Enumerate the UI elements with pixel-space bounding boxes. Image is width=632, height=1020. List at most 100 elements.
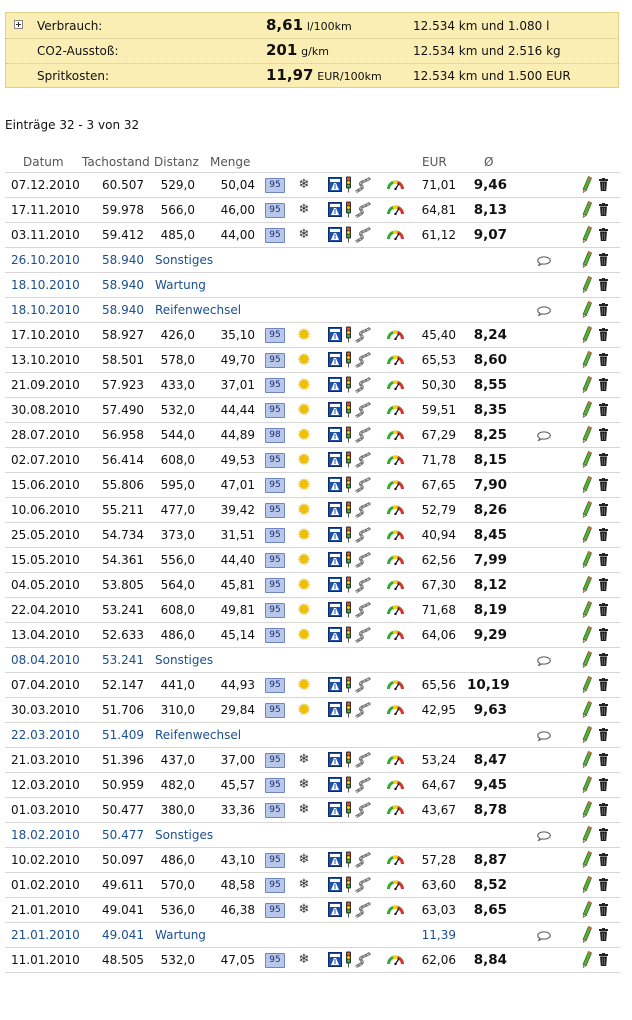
delete-icon[interactable] xyxy=(599,303,608,316)
service-row: 08.04.2010 53.241 Sonstiges xyxy=(5,648,620,673)
delete-icon[interactable] xyxy=(599,703,608,716)
delete-icon[interactable] xyxy=(599,228,608,241)
comment-icon[interactable] xyxy=(537,730,551,742)
delete-icon[interactable] xyxy=(599,528,608,541)
edit-icon[interactable] xyxy=(582,925,593,944)
delete-icon[interactable] xyxy=(599,903,608,916)
edit-icon[interactable] xyxy=(582,750,593,769)
odometer-cell: 58.501 xyxy=(102,353,144,367)
summary-row-fuel-cost: Spritkosten: 11,97 EUR/100km 12.534 km u… xyxy=(6,63,618,88)
edit-icon[interactable] xyxy=(582,650,593,669)
highway-icon xyxy=(328,877,342,892)
delete-icon[interactable] xyxy=(599,953,608,966)
edit-icon[interactable] xyxy=(582,475,593,494)
odometer-cell: 60.507 xyxy=(102,178,144,192)
comment-icon[interactable] xyxy=(537,255,551,267)
delete-icon[interactable] xyxy=(599,178,608,191)
average-consumption-cell: 8,13 xyxy=(473,202,507,218)
header-odometer[interactable]: Tachostand xyxy=(82,155,150,169)
highway-icon xyxy=(328,227,342,242)
delete-icon[interactable] xyxy=(599,378,608,391)
edit-icon[interactable] xyxy=(582,600,593,619)
header-eur[interactable]: EUR xyxy=(422,155,447,169)
edit-icon[interactable] xyxy=(582,325,593,344)
edit-icon[interactable] xyxy=(582,225,593,244)
edit-icon[interactable] xyxy=(582,400,593,419)
comment-icon[interactable] xyxy=(537,930,551,942)
delete-icon[interactable] xyxy=(599,828,608,841)
edit-icon[interactable] xyxy=(582,525,593,544)
fuel-type-badge: 95 xyxy=(265,578,285,593)
comment-icon[interactable] xyxy=(537,655,551,667)
delete-icon[interactable] xyxy=(599,328,608,341)
delete-icon[interactable] xyxy=(599,803,608,816)
highway-icon xyxy=(328,752,342,767)
average-consumption-cell: 8,65 xyxy=(473,902,507,918)
edit-icon[interactable] xyxy=(582,825,593,844)
highway-icon xyxy=(328,477,342,492)
delete-icon[interactable] xyxy=(599,278,608,291)
header-quantity[interactable]: Menge xyxy=(210,155,250,169)
table-body: 07.12.2010 60.507 529,0 50,04 95 ❄ 71,01 9,46 17… xyxy=(5,172,620,973)
edit-icon[interactable] xyxy=(582,425,593,444)
comment-icon[interactable] xyxy=(537,430,551,442)
edit-icon[interactable] xyxy=(582,725,593,744)
edit-icon[interactable] xyxy=(582,625,593,644)
delete-icon[interactable] xyxy=(599,503,608,516)
delete-icon[interactable] xyxy=(599,678,608,691)
edit-icon[interactable] xyxy=(582,900,593,919)
delete-icon[interactable] xyxy=(599,653,608,666)
summary-unit: l/100km xyxy=(306,20,352,33)
fuel-type-badge: 95 xyxy=(265,203,285,218)
expand-icon[interactable] xyxy=(14,20,23,29)
edit-icon[interactable] xyxy=(582,575,593,594)
delete-icon[interactable] xyxy=(599,578,608,591)
edit-icon[interactable] xyxy=(582,775,593,794)
edit-icon[interactable] xyxy=(582,250,593,269)
header-avg[interactable]: Ø xyxy=(484,155,493,169)
delete-icon[interactable] xyxy=(599,428,608,441)
comment-icon[interactable] xyxy=(537,830,551,842)
edit-icon[interactable] xyxy=(582,675,593,694)
delete-icon[interactable] xyxy=(599,753,608,766)
edit-icon[interactable] xyxy=(582,175,593,194)
edit-icon[interactable] xyxy=(582,800,593,819)
edit-icon[interactable] xyxy=(582,875,593,894)
edit-icon[interactable] xyxy=(582,375,593,394)
edit-icon[interactable] xyxy=(582,275,593,294)
delete-icon[interactable] xyxy=(599,203,608,216)
driving-style-gauge-icon xyxy=(387,804,404,816)
header-date[interactable]: Datum xyxy=(23,155,64,169)
delete-icon[interactable] xyxy=(599,553,608,566)
edit-icon[interactable] xyxy=(582,950,593,969)
delete-icon[interactable] xyxy=(599,878,608,891)
delete-icon[interactable] xyxy=(599,253,608,266)
comment-icon[interactable] xyxy=(537,305,551,317)
country-road-icon xyxy=(354,951,372,969)
delete-icon[interactable] xyxy=(599,628,608,641)
edit-icon[interactable] xyxy=(582,450,593,469)
edit-icon[interactable] xyxy=(582,500,593,519)
fuel-type-badge: 95 xyxy=(265,903,285,918)
header-distance[interactable]: Distanz xyxy=(154,155,199,169)
delete-icon[interactable] xyxy=(599,728,608,741)
fuel-row: 17.10.2010 58.927 426,0 35,10 95 ✹ 45,40 8,24 xyxy=(5,323,620,348)
delete-icon[interactable] xyxy=(599,853,608,866)
fuel-row: 30.03.2010 51.706 310,0 29,84 95 ✹ 42,95 9,63 xyxy=(5,698,620,723)
delete-icon[interactable] xyxy=(599,478,608,491)
delete-icon[interactable] xyxy=(599,603,608,616)
edit-icon[interactable] xyxy=(582,350,593,369)
delete-icon[interactable] xyxy=(599,928,608,941)
average-consumption-cell: 8,87 xyxy=(473,852,507,868)
delete-icon[interactable] xyxy=(599,353,608,366)
edit-icon[interactable] xyxy=(582,550,593,569)
edit-icon[interactable] xyxy=(582,700,593,719)
delete-icon[interactable] xyxy=(599,453,608,466)
delete-icon[interactable] xyxy=(599,403,608,416)
edit-icon[interactable] xyxy=(582,850,593,869)
delete-icon[interactable] xyxy=(599,778,608,791)
edit-icon[interactable] xyxy=(582,300,593,319)
fuel-row: 01.02.2010 49.611 570,0 48,58 95 ❄ 63,60 8,52 xyxy=(5,873,620,898)
summary-unit: g/km xyxy=(301,45,329,58)
edit-icon[interactable] xyxy=(582,200,593,219)
